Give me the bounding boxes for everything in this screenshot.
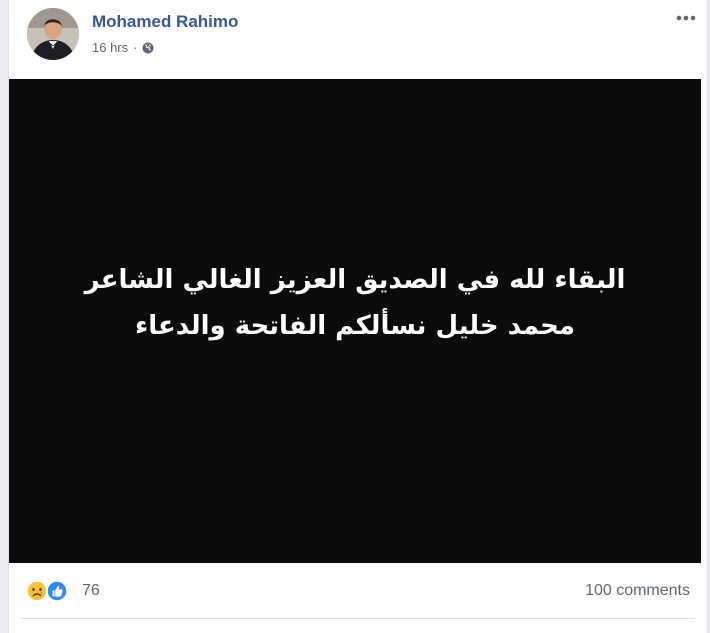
reactions-bar: 76 100 comments (9, 563, 707, 617)
post-timestamp[interactable]: 16 hrs (92, 40, 128, 55)
reaction-count[interactable]: 76 (82, 582, 100, 600)
globe-icon[interactable] (142, 42, 154, 54)
reaction-icons[interactable] (26, 580, 84, 602)
like-reaction-icon (46, 580, 68, 602)
more-options-icon[interactable] (674, 11, 698, 25)
post-card: Mohamed Rahimo 16 hrs · البقاء لله في ال… (8, 0, 708, 633)
avatar-image (27, 8, 79, 60)
author-name[interactable]: Mohamed Rahimo (92, 12, 238, 32)
image-text: البقاء لله في الصديق العزيز الغالي الشاع… (85, 257, 626, 349)
meta-separator: · (133, 40, 138, 55)
post-meta: 16 hrs · (92, 40, 154, 55)
actions-divider (21, 618, 695, 619)
image-text-line-2: محمد خليل نسألكم الفاتحة والدعاء (134, 311, 575, 341)
comments-count[interactable]: 100 comments (585, 582, 690, 600)
sad-reaction-icon (26, 580, 48, 602)
author-avatar[interactable] (27, 8, 79, 60)
post-image[interactable]: البقاء لله في الصديق العزيز الغالي الشاع… (9, 79, 701, 563)
post-header: Mohamed Rahimo 16 hrs · (9, 0, 707, 78)
image-text-line-1: البقاء لله في الصديق العزيز الغالي الشاع… (84, 265, 626, 295)
